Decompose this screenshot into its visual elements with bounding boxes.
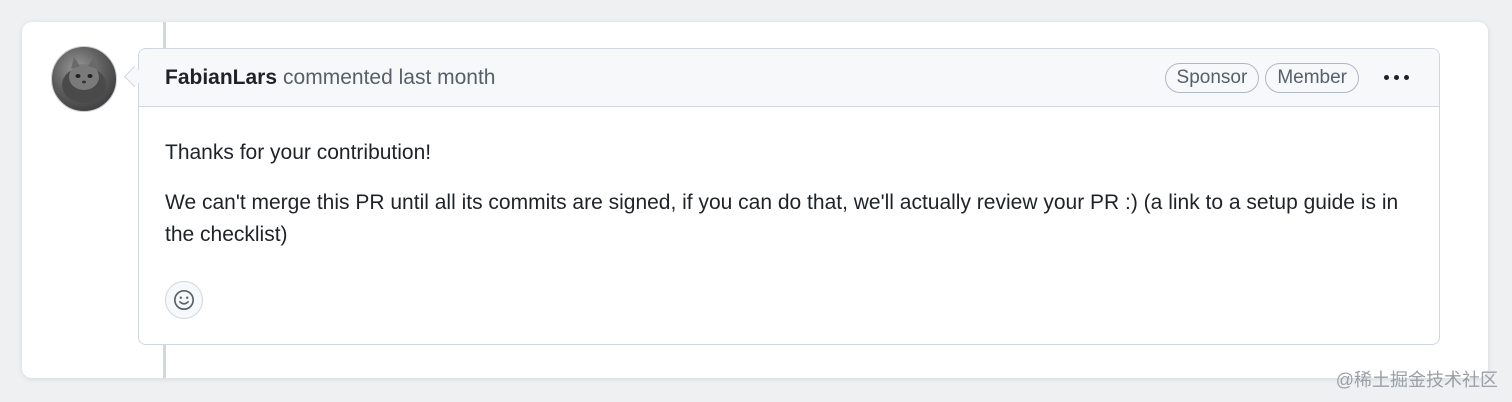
sponsor-badge: Sponsor: [1164, 62, 1260, 93]
cat-avatar-icon: [62, 57, 106, 103]
header-actions: Sponsor Member: [1164, 62, 1413, 93]
comment-header: FabianLars commented last month Sponsor …: [139, 49, 1439, 107]
comment-timestamp[interactable]: commented last month: [283, 66, 495, 90]
smiley-icon: [174, 290, 194, 310]
comment-body: Thanks for your contribution! We can't m…: [139, 107, 1439, 251]
avatar[interactable]: [51, 46, 117, 112]
watermark: @稀土掘金技术社区: [1335, 370, 1498, 390]
member-badge: Member: [1265, 62, 1359, 93]
author-link[interactable]: FabianLars: [165, 66, 277, 90]
comment-box: FabianLars commented last month Sponsor …: [138, 48, 1440, 345]
kebab-horizontal-icon[interactable]: [1379, 64, 1413, 92]
comment-paragraph: We can't merge this PR until all its com…: [165, 191, 1399, 246]
add-reaction-button[interactable]: [165, 281, 203, 319]
comment-paragraph: Thanks for your contribution!: [165, 141, 432, 164]
